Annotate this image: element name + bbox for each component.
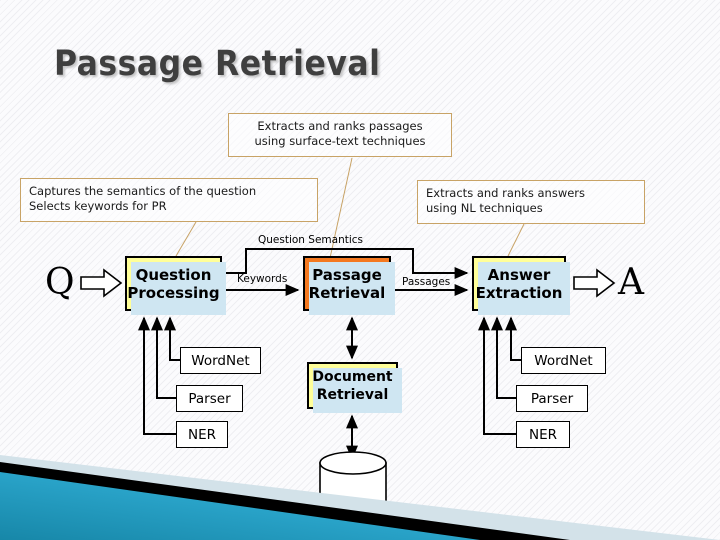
edge-label-passages: Passages [402, 276, 451, 288]
callout-line-1: Extracts and ranks passages [257, 119, 423, 133]
resource-parser-right[interactable]: Parser [516, 385, 588, 412]
node-answer-extraction[interactable]: Answer Extraction [472, 256, 570, 315]
input-question-glyph: Q [45, 262, 75, 303]
node-label-line-1: Answer [487, 265, 551, 284]
callout-answer-extraction: Extracts and ranks answers using NL tech… [417, 180, 645, 224]
resource-parser-left[interactable]: Parser [176, 385, 243, 412]
resource-wordnet-left[interactable]: WordNet [180, 347, 261, 374]
node-label-line-2: Retrieval [316, 386, 389, 403]
page-title: Passage Retrieval [54, 44, 381, 84]
callout-line-2: Selects keywords for PR [29, 199, 167, 213]
edge-label-keywords: Keywords [237, 273, 288, 285]
node-label-line-2: Retrieval [308, 283, 386, 302]
right-resource-connectors [478, 316, 521, 435]
resource-ner-left[interactable]: NER [176, 421, 228, 448]
datastore-cylinder [319, 451, 387, 515]
corner-decoration [0, 455, 720, 540]
callout-line-1: Captures the semantics of the question [29, 184, 257, 198]
node-label-line-2: Processing [127, 283, 220, 302]
node-label-line-1: Question [135, 265, 212, 284]
output-answer-glyph: A [618, 262, 644, 303]
node-question-processing[interactable]: Question Processing [125, 256, 226, 315]
node-passage-retrieval[interactable]: Passage Retrieval [303, 256, 395, 315]
slide-canvas: Passage Retrieval Extracts and ranks pas… [0, 0, 720, 540]
callout-question-processing: Captures the semantics of the question S… [20, 178, 318, 222]
callout-line-2: using NL techniques [426, 201, 543, 215]
node-document-retrieval[interactable]: Document Retrieval [307, 362, 402, 413]
node-label-line-2: Extraction [475, 283, 563, 302]
node-label-line-1: Passage [312, 265, 382, 284]
resource-ner-right[interactable]: NER [516, 421, 570, 448]
node-label-line-1: Document [312, 368, 393, 385]
callout-line-1: Extracts and ranks answers [426, 186, 586, 200]
input-block-arrow [80, 268, 123, 298]
resource-wordnet-right[interactable]: WordNet [521, 347, 606, 374]
left-resource-connectors [138, 316, 180, 435]
edge-label-question-semantics: Question Semantics [258, 234, 364, 246]
callout-passage-retrieval: Extracts and ranks passages using surfac… [228, 113, 452, 157]
output-block-arrow [573, 268, 616, 298]
callout-line-2: using surface-text techniques [254, 134, 426, 148]
